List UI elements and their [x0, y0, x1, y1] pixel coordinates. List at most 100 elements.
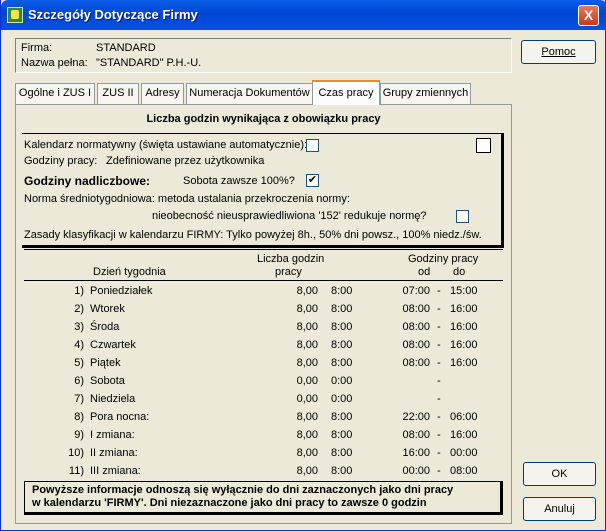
row-hm: 8:00	[331, 411, 353, 423]
nazwa-value: "STANDARD" P.H.-U.	[96, 57, 202, 69]
row-number: 4)	[74, 339, 84, 351]
table-row: 2) Wtorek 8,00 8:00 08:00-16:00	[24, 303, 503, 321]
row-hours: 0,00	[296, 375, 318, 387]
row-dash: -	[437, 429, 441, 441]
row-number: 11)	[68, 465, 84, 477]
row-hm: 8:00	[331, 429, 353, 441]
kalendarz-label: Kalendarz normatywny (święta ustawiane a…	[24, 139, 308, 151]
godziny-pracy-label: Godziny pracy:	[24, 155, 98, 167]
row-to: 16:00	[450, 357, 478, 369]
nieobecnosc-checkbox[interactable]	[456, 210, 469, 223]
table-row: 6) Sobota 0,00 0:00 -	[24, 375, 503, 393]
row-day: Czwartek	[90, 339, 136, 351]
row-from: 08:00	[402, 357, 430, 369]
col-day-header: Dzień tygodnia	[93, 266, 166, 278]
row-dash: -	[437, 339, 441, 351]
firma-label: Firma:	[21, 42, 53, 54]
grid-separator	[24, 280, 503, 281]
row-dash: -	[437, 447, 441, 459]
row-day: Pora nocna:	[90, 411, 150, 423]
footer-line-1: Powyższe informacje odnoszą się wyłączni…	[32, 484, 454, 496]
table-row: 9) I zmiana: 8,00 8:00 08:00-16:00	[24, 429, 503, 447]
firma-value: STANDARD	[96, 42, 156, 54]
row-from: 07:00	[402, 285, 430, 297]
hours-grid: Dzień tygodnia Liczba godzin pracy Godzi…	[24, 249, 503, 479]
section-title: Liczba godzin wynikająca z obowiązku pra…	[146, 113, 381, 125]
row-hours: 8,00	[296, 357, 318, 369]
table-row: 5) Piątek 8,00 8:00 08:00-16:00	[24, 357, 503, 375]
row-to: 00:00	[450, 447, 478, 459]
table-row: 7) Niedziela 0,00 0:00 -	[24, 393, 503, 411]
row-hm: 8:00	[331, 303, 353, 315]
tab-numeracja-dokumentow[interactable]: Numeracja Dokumentów	[186, 83, 313, 104]
company-info-box: Firma: STANDARD Nazwa pełna: "STANDARD" …	[15, 38, 512, 73]
title-bar[interactable]: Szczegóły Dotyczące Firmy X	[1, 0, 606, 30]
footer-line-2: w kalendarzu 'FIRMY'. Dni niezaznaczone …	[32, 497, 427, 509]
row-to: 15:00	[450, 285, 478, 297]
row-hours: 0,00	[296, 393, 318, 405]
kalendarz-checkbox[interactable]	[306, 139, 319, 152]
table-row: 8) Pora nocna: 8,00 8:00 22:00-06:00	[24, 411, 503, 429]
row-dash: -	[437, 465, 441, 477]
nadliczbowe-label: Godziny nadliczbowe:	[24, 174, 151, 188]
checkmark-icon: ✔	[307, 174, 318, 186]
row-hm: 8:00	[331, 285, 353, 297]
help-button-label: Pomoc	[541, 46, 576, 58]
row-hours: 8,00	[296, 411, 318, 423]
window-title: Szczegóły Dotyczące Firmy	[28, 7, 198, 22]
row-day: Wtorek	[90, 303, 125, 315]
row-to: 16:00	[450, 303, 478, 315]
row-day: Niedziela	[90, 393, 136, 405]
tab-ogolne-zus-i[interactable]: Ogólne i ZUS I	[15, 83, 95, 104]
row-number: 5)	[74, 357, 84, 369]
table-row: 3) Środa 8,00 8:00 08:00-16:00	[24, 321, 503, 339]
row-dash: -	[437, 321, 441, 333]
row-hours: 8,00	[296, 303, 318, 315]
row-hours: 8,00	[296, 447, 318, 459]
col-hours-sub-header: pracy	[275, 266, 302, 278]
row-hm: 8:00	[331, 357, 353, 369]
tab-adresy[interactable]: Adresy	[141, 83, 184, 104]
row-hm: 8:00	[331, 321, 353, 333]
dialog-window: Szczegóły Dotyczące Firmy X Firma: STAND…	[0, 0, 606, 531]
row-dash: -	[437, 357, 441, 369]
app-icon	[7, 7, 23, 23]
help-button[interactable]: Pomoc	[521, 40, 596, 64]
row-to: 16:00	[450, 339, 478, 351]
row-hm: 8:00	[331, 447, 353, 459]
row-number: 1)	[74, 285, 84, 297]
row-number: 10)	[68, 447, 84, 459]
close-button[interactable]: X	[578, 5, 599, 26]
row-from: 08:00	[402, 303, 430, 315]
row-hours: 8,00	[296, 285, 318, 297]
cancel-button[interactable]: Anuluj	[523, 497, 596, 521]
row-from: 08:00	[402, 429, 430, 441]
row-number: 6)	[74, 375, 84, 387]
row-dash: -	[437, 303, 441, 315]
ok-button[interactable]: OK	[523, 462, 596, 486]
row-hours: 8,00	[296, 429, 318, 441]
sobota-checkbox[interactable]: ✔	[306, 174, 319, 187]
row-day: II zmiana:	[90, 447, 138, 459]
col-hours-header: Liczba godzin	[257, 253, 325, 265]
tab-zus-ii[interactable]: ZUS II	[97, 83, 139, 104]
footer-note: Powyższe informacje odnoszą się wyłączni…	[24, 481, 503, 515]
row-dash: -	[437, 285, 441, 297]
godziny-pracy-value: Zdefiniowane przez użytkownika	[106, 155, 265, 167]
row-hours: 8,00	[296, 339, 318, 351]
row-to: 06:00	[450, 411, 478, 423]
row-day: Środa	[90, 321, 120, 333]
table-row: 1) Poniedziałek 8,00 8:00 07:00-15:00	[24, 285, 503, 303]
row-from: 00:00	[402, 465, 430, 477]
row-day: Piątek	[90, 357, 121, 369]
row-hours: 8,00	[296, 465, 318, 477]
col-from-header: od	[418, 266, 431, 278]
row-dash: -	[437, 393, 441, 405]
extra-checkbox[interactable]	[476, 138, 491, 153]
row-dash: -	[437, 375, 441, 387]
table-row: 10) II zmiana: 8,00 8:00 16:00-00:00	[24, 447, 503, 465]
col-work-header: Godziny pracy	[408, 253, 479, 265]
row-number: 8)	[74, 411, 84, 423]
tab-czas-pracy[interactable]: Czas pracy	[312, 80, 380, 105]
tab-grupy-zmiennych[interactable]: Grupy zmiennych	[380, 83, 471, 104]
